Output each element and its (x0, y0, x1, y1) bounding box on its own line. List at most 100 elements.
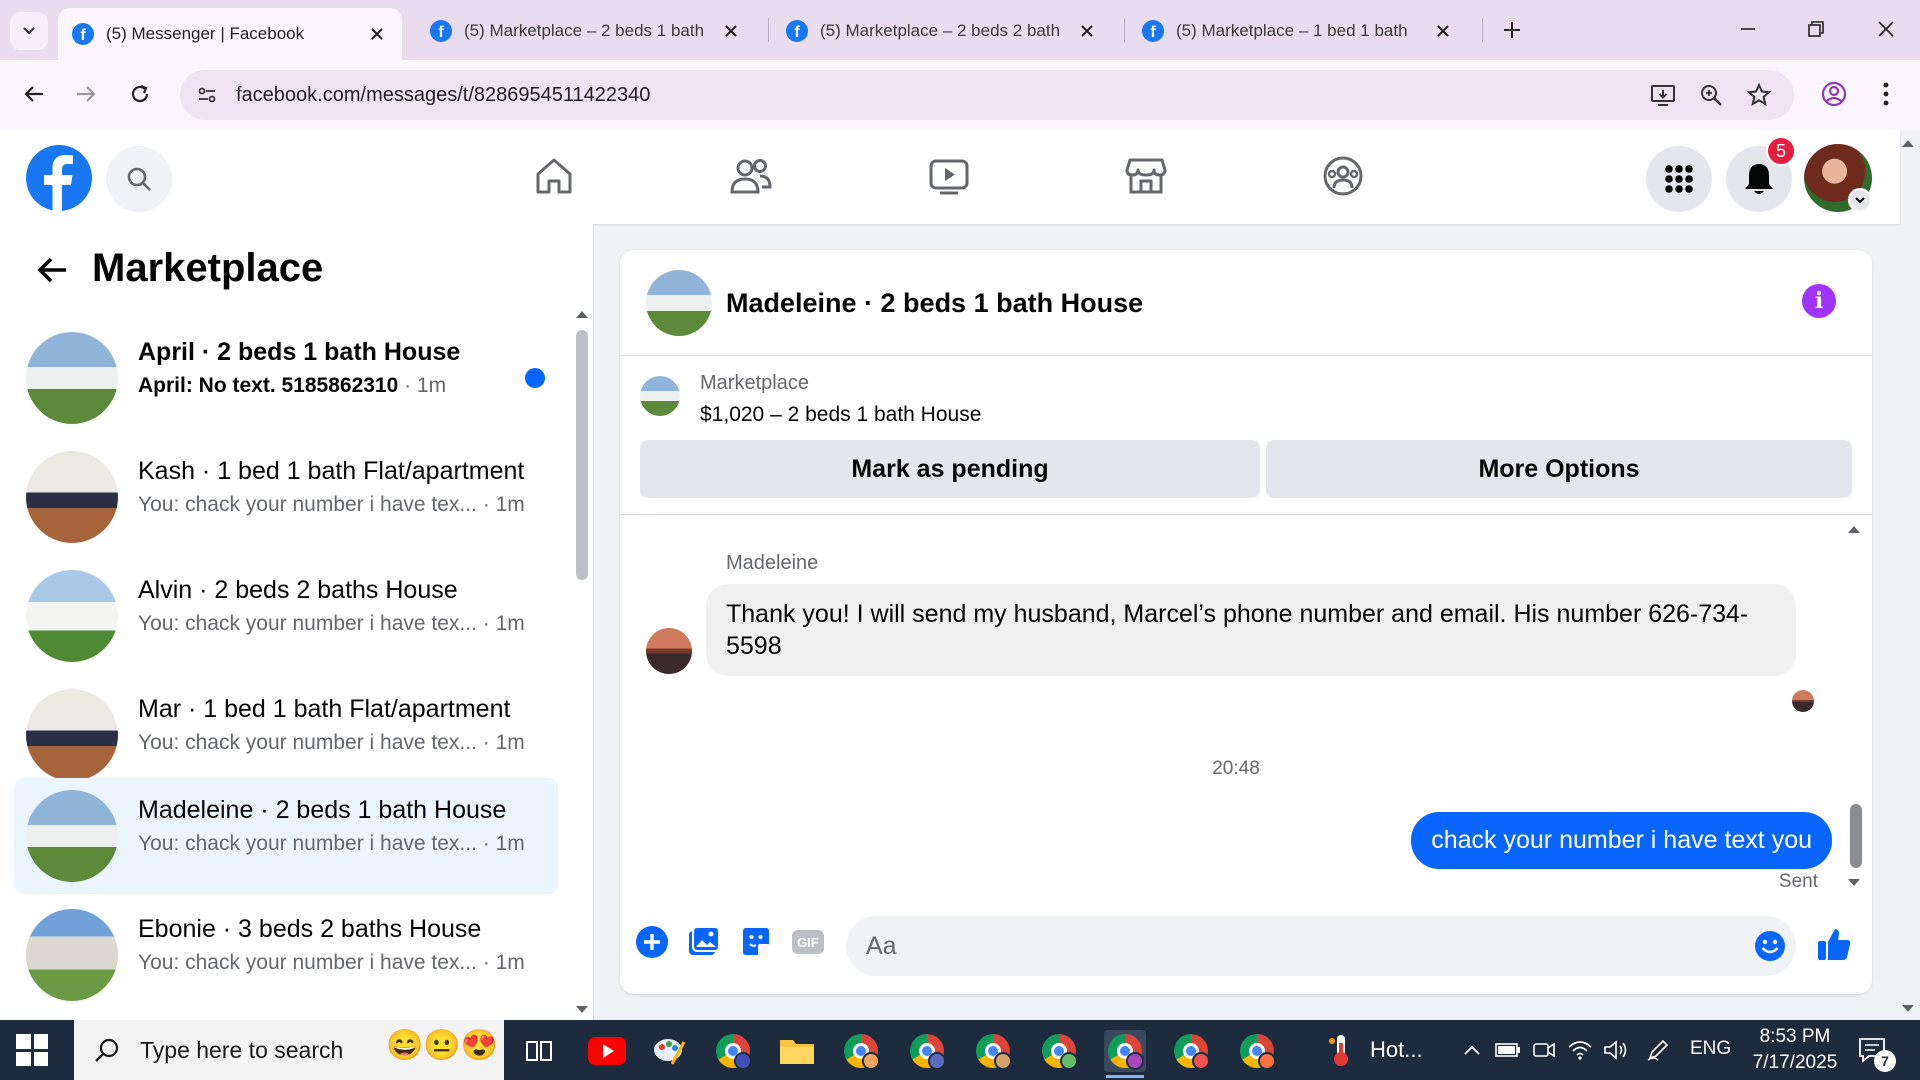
back-button[interactable] (14, 74, 54, 114)
conversation-item-mar[interactable]: Mar · 1 bed 1 bath Flat/apartment You: c… (14, 677, 558, 793)
nav-watch-button[interactable] (925, 152, 973, 200)
browser-tab-bar: f (5) Messenger | Facebook f (5) Marketp… (0, 0, 1920, 60)
menu-grid-button[interactable] (1646, 146, 1712, 212)
chrome-profile-c-icon[interactable] (906, 1030, 948, 1072)
conversation-item-ebonie[interactable]: Ebonie · 3 beds 2 baths House You: chack… (14, 897, 558, 1013)
chrome-profile-a-icon[interactable] (712, 1030, 754, 1072)
start-button[interactable] (16, 1034, 48, 1066)
wifi-icon[interactable] (1566, 1036, 1594, 1064)
address-bar[interactable]: facebook.com/messages/t/8286954511422340 (180, 70, 1794, 120)
nav-groups-button[interactable] (1319, 152, 1367, 200)
more-actions-button[interactable] (632, 922, 672, 962)
taskbar-search-box[interactable]: Type here to search 😄😐😍 (74, 1020, 504, 1080)
listing-price-title[interactable]: $1,020 – 2 beds 1 bath House (700, 403, 981, 427)
gif-button[interactable]: GIF (788, 922, 828, 962)
battery-icon[interactable] (1494, 1036, 1522, 1064)
chrome-profile-f-icon[interactable] (1170, 1030, 1212, 1072)
tab-title: (5) Marketplace – 2 beds 2 bath (820, 21, 1061, 40)
conversation-title: Madeleine · 2 beds 1 bath House (138, 796, 507, 824)
youtube-app-icon[interactable] (586, 1030, 628, 1072)
browser-menu-button[interactable] (1866, 74, 1906, 114)
tab-marketplace-2b1b[interactable]: f (5) Marketplace – 2 beds 1 bath (416, 8, 756, 54)
tab-marketplace-1b1b[interactable]: f (5) Marketplace – 1 bed 1 bath (1128, 8, 1468, 54)
conversation-time: · 1m (482, 612, 525, 635)
site-settings-icon[interactable] (194, 82, 220, 108)
facebook-search-button[interactable] (106, 146, 172, 212)
message-input[interactable] (846, 916, 1796, 976)
tab-search-dropdown-button[interactable] (10, 12, 48, 50)
close-tab-icon[interactable] (720, 20, 742, 42)
outgoing-message-bubble[interactable]: chack your number i have text you (1411, 812, 1832, 869)
more-options-button[interactable]: More Options (1266, 440, 1852, 498)
reload-button[interactable] (120, 74, 160, 114)
close-tab-icon[interactable] (1076, 20, 1098, 42)
chat-title[interactable]: Madeleine · 2 beds 1 bath House (726, 288, 1143, 319)
weather-widget[interactable]: Hot... (1326, 1020, 1423, 1080)
show-hidden-icons-button[interactable] (1458, 1036, 1486, 1064)
mark-as-pending-button[interactable]: Mark as pending (640, 440, 1260, 498)
attach-photo-button[interactable] (684, 922, 724, 962)
input-language-indicator[interactable]: ENG (1690, 1038, 1731, 1060)
close-window-button[interactable] (1852, 0, 1920, 58)
close-tab-icon[interactable] (1432, 20, 1454, 42)
restore-window-button[interactable] (1782, 0, 1850, 58)
conversation-item-april[interactable]: April · 2 beds 1 bath House April: No te… (14, 320, 558, 436)
conversation-item-kash[interactable]: Kash · 1 bed 1 bath Flat/apartment You: … (14, 439, 558, 555)
message-sender-name: Madeleine (726, 552, 819, 574)
conversation-time: · 1m (482, 832, 525, 855)
home-icon (536, 158, 572, 194)
chat-listing-avatar[interactable] (646, 270, 712, 336)
chat-scroll-down-icon[interactable] (1846, 876, 1862, 890)
send-like-button[interactable] (1812, 922, 1856, 966)
chat-scrollbar[interactable] (1850, 804, 1862, 868)
nav-friends-button[interactable] (727, 152, 775, 200)
meet-now-icon[interactable] (1530, 1036, 1558, 1064)
conversation-preview: You: chack your number i have tex... · 1… (138, 612, 525, 635)
thermometer-icon (1329, 1035, 1348, 1066)
conversation-item-alvin[interactable]: Alvin · 2 beds 2 baths House You: chack … (14, 558, 558, 674)
chrome-profile-active-icon[interactable] (1104, 1030, 1146, 1078)
paint-app-icon[interactable] (648, 1030, 690, 1072)
tab-messenger[interactable]: f (5) Messenger | Facebook (58, 8, 402, 60)
chat-scroll-up-icon[interactable] (1846, 522, 1862, 536)
bookmark-star-icon[interactable] (1744, 80, 1774, 110)
incoming-message-bubble[interactable]: Thank you! I will send my husband, Marce… (706, 584, 1796, 676)
account-menu-chevron[interactable] (1848, 188, 1872, 212)
conversation-title: Ebonie · 3 beds 2 baths House (138, 915, 482, 943)
close-tab-icon[interactable] (366, 23, 388, 45)
listing-thumbnail (26, 332, 118, 424)
list-scroll-up-icon[interactable] (574, 308, 590, 320)
volume-icon[interactable] (1602, 1036, 1630, 1064)
sender-avatar[interactable] (646, 628, 692, 674)
profile-button[interactable] (1814, 74, 1854, 114)
chrome-profile-g-icon[interactable] (1236, 1030, 1278, 1072)
chrome-profile-e-icon[interactable] (1038, 1030, 1080, 1072)
chrome-profile-b-icon[interactable] (840, 1030, 882, 1072)
list-scroll-down-icon[interactable] (574, 1004, 590, 1016)
install-app-icon[interactable] (1648, 80, 1678, 110)
page-scroll-down-icon[interactable] (1900, 1002, 1916, 1016)
chrome-profile-d-icon[interactable] (972, 1030, 1014, 1072)
info-icon[interactable]: i (1802, 284, 1836, 318)
task-view-button[interactable] (518, 1030, 560, 1072)
emoji-picker-button[interactable] (1752, 928, 1788, 964)
forward-button[interactable] (66, 74, 106, 114)
nav-marketplace-button[interactable] (1122, 152, 1170, 200)
conversation-list-scrollbar[interactable] (576, 330, 588, 580)
nav-home-button[interactable] (530, 152, 578, 200)
pen-icon[interactable] (1644, 1036, 1672, 1064)
new-tab-button[interactable] (1494, 12, 1530, 48)
facebook-favicon-icon: f (72, 23, 94, 45)
conversation-item-madeleine[interactable]: Madeleine · 2 beds 1 bath House You: cha… (14, 778, 558, 894)
facebook-logo-icon[interactable] (26, 145, 92, 211)
zoom-icon[interactable] (1696, 80, 1726, 110)
tab-marketplace-2b2b[interactable]: f (5) Marketplace – 2 beds 2 bath (772, 8, 1112, 54)
taskbar-clock[interactable]: 8:53 PM 7/17/2025 (1740, 1024, 1850, 1076)
page-scroll-up-icon[interactable] (1900, 136, 1916, 150)
sticker-button[interactable] (736, 922, 776, 962)
listing-thumbnail (640, 376, 680, 416)
url-text[interactable]: facebook.com/messages/t/8286954511422340 (236, 84, 650, 107)
back-button[interactable] (30, 248, 74, 292)
file-explorer-icon[interactable] (776, 1030, 818, 1072)
minimize-window-button[interactable] (1714, 0, 1782, 58)
